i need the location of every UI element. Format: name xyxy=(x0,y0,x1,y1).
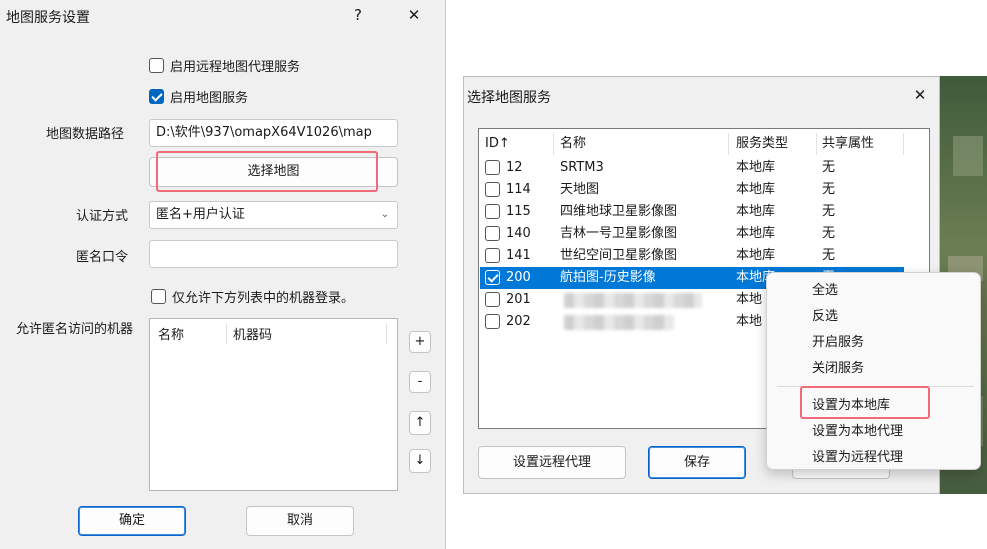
close-button[interactable]: ✕ xyxy=(905,86,935,104)
col-header-name[interactable]: 名称 xyxy=(560,133,586,155)
list-row[interactable]: 115 四维地球卫星影像图 本地库 无 xyxy=(480,201,904,223)
row-id: 114 xyxy=(506,182,531,197)
col-divider xyxy=(226,324,227,344)
allowed-machines-table[interactable]: 名称 机器码 xyxy=(149,318,398,491)
menu-item-set-remote-proxy[interactable]: 设置为远程代理 xyxy=(768,445,979,471)
row-checkbox[interactable] xyxy=(485,182,500,197)
row-id: 201 xyxy=(506,292,531,307)
col-header-name[interactable]: 名称 xyxy=(158,324,184,343)
row-checkbox[interactable] xyxy=(485,292,500,307)
add-button[interactable]: + xyxy=(409,331,431,353)
row-service-type: 本地 xyxy=(736,292,763,307)
row-service-type: 本地库 xyxy=(736,248,776,263)
remote-proxy-button[interactable]: 设置远程代理 xyxy=(478,446,626,479)
only-list-checkbox[interactable] xyxy=(151,289,166,304)
move-up-button[interactable]: ↑ xyxy=(409,411,431,435)
data-path-label: 地图数据路径 xyxy=(46,127,125,142)
allowed-machines-label: 允许匿名访问的机器 xyxy=(16,322,134,337)
row-checkbox[interactable] xyxy=(485,248,500,263)
row-checkbox[interactable] xyxy=(485,160,500,175)
map-service-label: 启用地图服务 xyxy=(170,91,249,106)
col-header-id[interactable]: ID↑ xyxy=(485,133,510,155)
list-row[interactable]: 141 世纪空间卫星影像图 本地库 无 xyxy=(480,245,904,267)
row-share: 无 xyxy=(822,248,836,263)
anon-password-field[interactable] xyxy=(149,240,398,268)
row-name: 航拍图-历史影像 xyxy=(560,270,656,285)
auth-select[interactable]: 匿名+用户认证 ⌄ xyxy=(149,201,398,229)
col-divider xyxy=(816,133,817,155)
cancel-button[interactable]: 取消 xyxy=(246,506,354,536)
auth-value: 匿名+用户认证 xyxy=(156,207,245,222)
dialog-title: 地图服务设置 xyxy=(6,10,90,26)
close-button[interactable]: ✕ xyxy=(399,6,429,24)
data-path-field[interactable]: D:\软件\937\omapX64V1026\map xyxy=(149,119,398,147)
row-id: 115 xyxy=(506,204,531,219)
col-divider xyxy=(903,133,904,155)
row-name: 天地图 xyxy=(560,182,600,197)
list-row[interactable]: 140 吉林一号卫星影像图 本地库 无 xyxy=(480,223,904,245)
ok-button[interactable]: 确定 xyxy=(78,506,186,536)
menu-item-stop-service[interactable]: 关闭服务 xyxy=(768,356,979,382)
list-row[interactable]: 12 SRTM3 本地库 无 xyxy=(480,157,904,179)
move-down-button[interactable]: ↓ xyxy=(409,449,431,473)
row-service-type: 本地库 xyxy=(736,226,776,241)
save-button[interactable]: 保存 xyxy=(648,446,746,479)
map-service-checkbox[interactable] xyxy=(149,89,164,104)
row-service-type: 本地 xyxy=(736,314,763,329)
dialog-title: 选择地图服务 xyxy=(467,90,551,106)
auth-label: 认证方式 xyxy=(76,209,129,224)
row-share: 无 xyxy=(822,160,836,175)
menu-item-set-local-library[interactable]: 设置为本地库 xyxy=(768,393,979,419)
col-divider xyxy=(728,133,729,155)
help-button[interactable]: ? xyxy=(343,6,373,24)
row-checkbox[interactable] xyxy=(485,314,500,329)
row-service-type: 本地库 xyxy=(736,182,776,197)
remote-proxy-checkbox[interactable] xyxy=(149,58,164,73)
row-share: 无 xyxy=(822,226,836,241)
row-id: 200 xyxy=(506,270,531,285)
col-header-share[interactable]: 共享属性 xyxy=(822,133,874,155)
col-header-machine-code[interactable]: 机器码 xyxy=(233,324,272,343)
row-id: 141 xyxy=(506,248,531,263)
row-service-type: 本地库 xyxy=(736,204,776,219)
list-row[interactable]: 114 天地图 本地库 无 xyxy=(480,179,904,201)
row-share: 无 xyxy=(822,182,836,197)
menu-separator xyxy=(777,386,974,387)
context-menu: 全选 反选 开启服务 关闭服务 设置为本地库 设置为本地代理 设置为远程代理 xyxy=(766,272,981,470)
remote-proxy-label: 启用远程地图代理服务 xyxy=(170,60,301,75)
menu-item-start-service[interactable]: 开启服务 xyxy=(768,330,979,356)
map-service-settings-dialog: 地图服务设置 ? ✕ 启用远程地图代理服务 启用地图服务 地图数据路径 D:\软… xyxy=(0,0,446,549)
row-share: 无 xyxy=(822,204,836,219)
col-header-service-type[interactable]: 服务类型 xyxy=(736,133,788,155)
row-checkbox[interactable] xyxy=(485,270,500,285)
col-divider xyxy=(553,133,554,155)
anon-password-label: 匿名口令 xyxy=(76,250,129,265)
row-id: 140 xyxy=(506,226,531,241)
row-name: 四维地球卫星影像图 xyxy=(560,204,678,219)
row-id: 202 xyxy=(506,314,531,329)
row-name: SRTM3 xyxy=(560,160,604,175)
row-id: 12 xyxy=(506,160,523,175)
row-name: 世纪空间卫星影像图 xyxy=(560,248,678,263)
select-map-button[interactable]: 选择地图 xyxy=(149,157,398,187)
chevron-down-icon: ⌄ xyxy=(380,209,389,220)
row-service-type: 本地库 xyxy=(736,160,776,175)
row-name: 吉林一号卫星影像图 xyxy=(560,226,678,241)
only-list-label: 仅允许下方列表中的机器登录。 xyxy=(172,291,355,306)
menu-item-set-local-proxy[interactable]: 设置为本地代理 xyxy=(768,419,979,445)
menu-item-invert-selection[interactable]: 反选 xyxy=(768,304,979,330)
row-checkbox[interactable] xyxy=(485,226,500,241)
remove-button[interactable]: - xyxy=(409,371,431,393)
col-divider xyxy=(386,324,387,344)
redacted-name xyxy=(564,293,702,308)
menu-item-select-all[interactable]: 全选 xyxy=(768,278,979,304)
redacted-name xyxy=(564,315,674,330)
row-checkbox[interactable] xyxy=(485,204,500,219)
